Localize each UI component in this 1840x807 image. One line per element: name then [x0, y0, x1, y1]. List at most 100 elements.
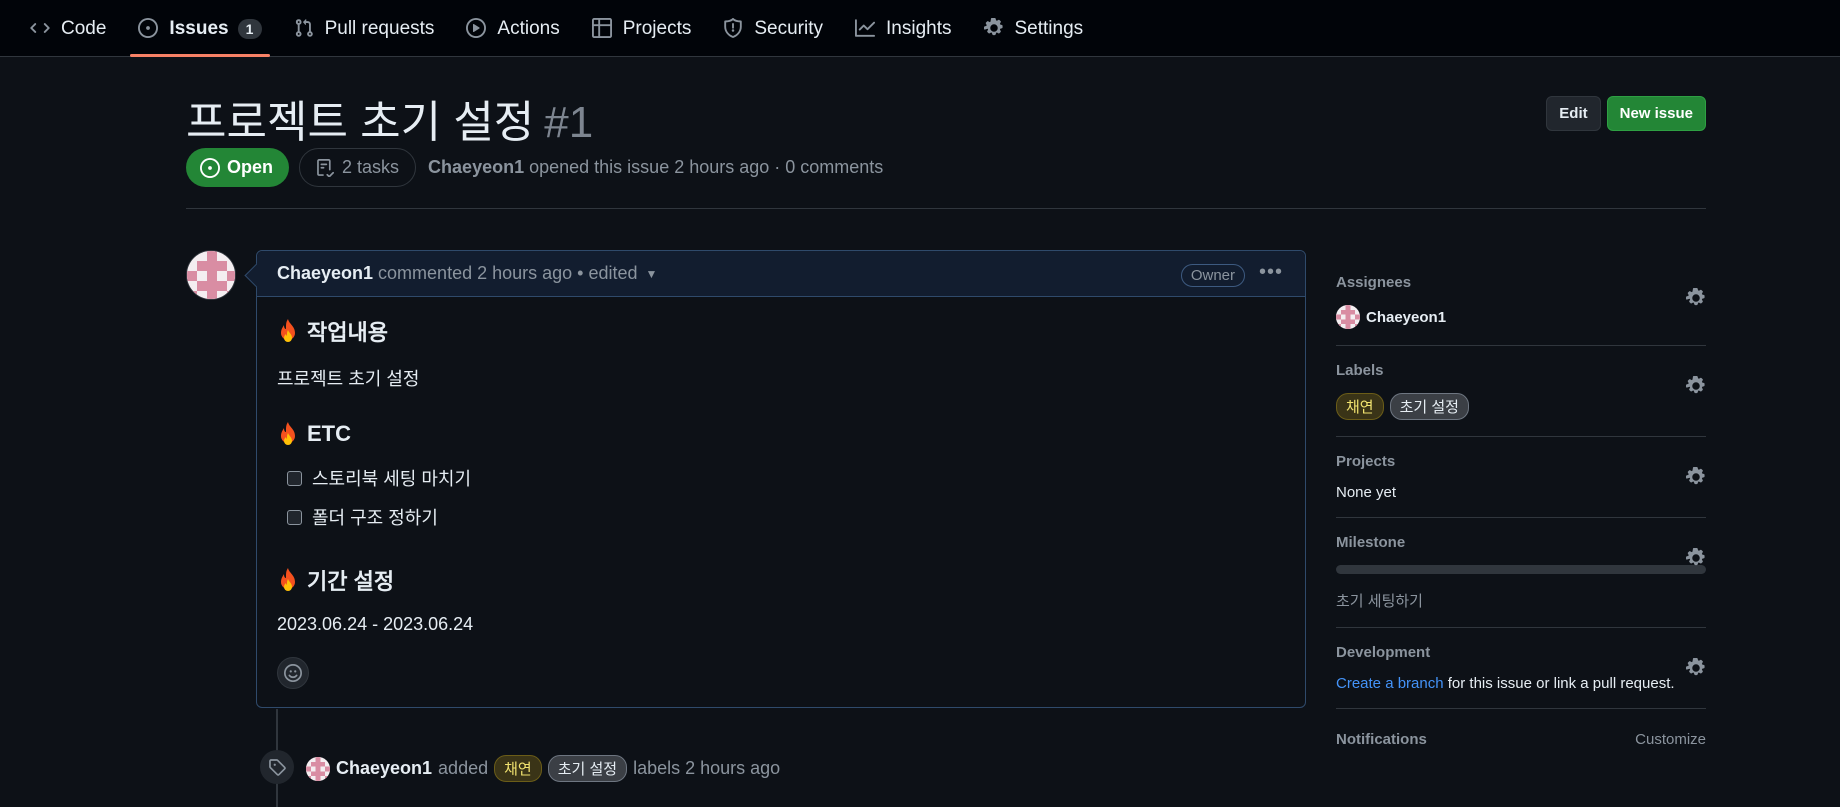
label-initial-setup[interactable]: 초기 설정 [1389, 393, 1469, 420]
section-heading: 기간 설정 [277, 564, 1285, 596]
projects-value: None yet [1336, 484, 1397, 501]
edit-button[interactable]: Edit [1546, 96, 1601, 131]
label-chaeyeon[interactable]: 채연 [494, 755, 542, 782]
git-pull-request-icon [294, 18, 316, 40]
section-heading: 작업내용 [277, 315, 1285, 347]
smiley-icon [284, 664, 302, 682]
gear-icon [983, 17, 1006, 40]
task-checkbox[interactable] [287, 470, 302, 486]
fire-icon [281, 422, 295, 445]
code-icon [30, 18, 52, 40]
checklist-icon [317, 158, 335, 177]
milestone-title: Milestone [1336, 534, 1406, 551]
event-action: added [438, 758, 489, 778]
assignee-name: Chaeyeon1 [1366, 308, 1447, 326]
issue-meta-text: Chaeyeon1 opened this issue 2 hours ago … [428, 157, 883, 178]
milestone-section: Milestone 초기 세팅하기 [1336, 534, 1706, 628]
tasks-progress[interactable]: 2 tasks [299, 148, 417, 187]
tab-actions[interactable]: Actions [450, 0, 575, 57]
period-heading: 기간 설정 [307, 569, 395, 594]
comment-meta[interactable]: commented 2 hours ago • edited [378, 263, 637, 284]
tab-security[interactable]: Security [707, 0, 839, 57]
etc-heading: ETC [307, 421, 351, 446]
shield-icon [723, 17, 745, 40]
tab-label: Code [61, 17, 107, 39]
tab-label: Insights [886, 17, 952, 39]
page-title: 프로젝트 초기 설정 #1 [186, 86, 593, 150]
status-label: Open [227, 157, 274, 177]
avatar [1336, 305, 1360, 329]
play-icon [466, 17, 488, 40]
graph-icon [855, 18, 877, 40]
gear-icon[interactable] [1686, 288, 1706, 308]
issue-meta: Open 2 tasks Chaeyeon1 opened this issue… [186, 148, 883, 187]
assignees-section: Assignees Chaeyeon1 [1336, 274, 1706, 346]
task-label: 폴더 구조 정하기 [312, 508, 438, 528]
owner-badge: Owner [1180, 264, 1245, 287]
kebab-menu-icon[interactable]: ••• [1259, 261, 1283, 284]
task-checkbox[interactable] [287, 509, 302, 525]
event-suffix: labels 2 hours ago [633, 758, 781, 778]
projects-section: Projects None yet [1336, 453, 1706, 518]
tab-label: Projects [622, 17, 692, 39]
labels-section: Labels 채연 초기 설정 [1336, 362, 1706, 437]
create-branch-link[interactable]: Create a branch [1336, 675, 1444, 692]
issue-comment: Chaeyeon1 commented 2 hours ago • edited… [256, 250, 1306, 708]
tab-issues[interactable]: Issues 1 [122, 0, 277, 57]
assignee[interactable]: Chaeyeon1 [1336, 305, 1706, 329]
event-author[interactable]: Chaeyeon1 [336, 758, 432, 779]
opened-text: opened this issue 2 hours ago · 0 commen… [529, 157, 884, 177]
development-section: Development Create a branch for this iss… [1336, 644, 1706, 709]
chevron-down-icon[interactable]: ▼ [646, 267, 658, 281]
gear-icon[interactable] [1686, 467, 1706, 487]
work-text: 프로젝트 초기 설정 [277, 369, 420, 389]
task-item: 스토리북 세팅 마치기 [287, 465, 1285, 491]
comment-body: 작업내용 프로젝트 초기 설정 ETC 스토리북 세팅 마치기 폴더 구조 정하… [257, 297, 1305, 707]
projects-title: Projects [1336, 453, 1396, 470]
timeline-event: Chaeyeon1 added 채연 초기 설정 labels 2 hours … [306, 755, 780, 782]
customize-link[interactable]: Customize [1635, 731, 1706, 748]
avatar[interactable] [306, 756, 330, 781]
issue-number: #1 [544, 98, 594, 147]
task-label: 스토리북 세팅 마치기 [312, 469, 472, 489]
header-divider [186, 208, 1706, 209]
author-link[interactable]: Chaeyeon1 [428, 157, 524, 177]
development-desc: for this issue or link a pull request. [1447, 675, 1675, 692]
tab-settings[interactable]: Settings [968, 0, 1100, 57]
tab-label: Pull requests [324, 17, 435, 39]
tab-projects[interactable]: Projects [576, 0, 708, 57]
issue-opened-icon [138, 17, 160, 40]
tab-label: Settings [1014, 17, 1084, 39]
assignees-title: Assignees [1336, 274, 1412, 291]
labels-title: Labels [1336, 362, 1384, 379]
tasks-label: 2 tasks [342, 157, 400, 177]
tag-icon [260, 750, 294, 784]
period-text: 2023.06.24 - 2023.06.24 [277, 614, 474, 634]
notifications-section: Notifications Customize [1336, 725, 1706, 764]
tab-label: Security [754, 17, 824, 39]
avatar[interactable] [186, 250, 236, 300]
repo-nav: Code Issues 1 Pull requests Actions Proj… [0, 0, 1840, 57]
fire-icon [281, 319, 295, 342]
header-actions: Edit New issue [1546, 96, 1706, 131]
development-text: Create a branch for this issue or link a… [1336, 675, 1706, 692]
labels-list: 채연 초기 설정 [1336, 393, 1706, 420]
tab-pull-requests[interactable]: Pull requests [278, 0, 451, 57]
work-heading: 작업내용 [307, 320, 388, 345]
new-issue-button[interactable]: New issue [1606, 96, 1706, 131]
gear-icon[interactable] [1686, 658, 1706, 678]
issue-opened-icon [200, 157, 220, 178]
tab-insights[interactable]: Insights [839, 0, 967, 57]
tab-code[interactable]: Code [14, 0, 122, 57]
gear-icon[interactable] [1686, 548, 1706, 568]
issue-title: 프로젝트 초기 설정 [186, 98, 535, 147]
section-heading: ETC [277, 421, 1285, 447]
label-initial-setup[interactable]: 초기 설정 [547, 755, 628, 782]
fire-icon [281, 568, 295, 591]
gear-icon[interactable] [1686, 376, 1706, 396]
tab-label: Issues [169, 17, 229, 39]
add-reaction-button[interactable] [277, 657, 309, 689]
label-chaeyeon[interactable]: 채연 [1336, 393, 1384, 420]
milestone-link[interactable]: 초기 세팅하기 [1336, 590, 1706, 611]
comment-author[interactable]: Chaeyeon1 [277, 263, 373, 284]
